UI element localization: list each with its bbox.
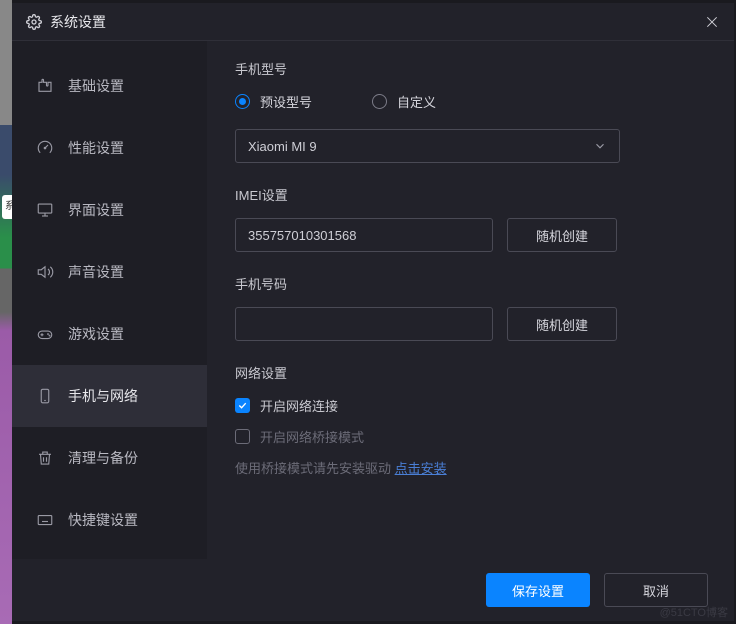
phone-number-random-button[interactable]: 随机创建 xyxy=(507,307,617,341)
sidebar-item-label: 基础设置 xyxy=(68,76,124,96)
dialog-body: 基础设置 性能设置 界面设置 声音设置 游戏设置 手机与网络 xyxy=(12,41,734,559)
imei-label: IMEI设置 xyxy=(235,185,706,204)
sidebar-item-performance[interactable]: 性能设置 xyxy=(12,117,207,179)
trash-icon xyxy=(36,449,54,467)
background-strip: 系 xyxy=(0,0,12,624)
enable-bridge-row[interactable]: 开启网络桥接模式 xyxy=(235,427,706,446)
phone-icon xyxy=(36,387,54,405)
imei-input[interactable] xyxy=(235,218,493,252)
close-icon[interactable] xyxy=(704,14,720,30)
speedometer-icon xyxy=(36,139,54,157)
sound-icon xyxy=(36,263,54,281)
phone-model-select[interactable]: Xiaomi MI 9 xyxy=(235,129,620,163)
dialog-title: 系统设置 xyxy=(50,12,106,32)
sidebar-item-cleanup[interactable]: 清理与备份 xyxy=(12,427,207,489)
titlebar: 系统设置 xyxy=(12,3,734,41)
save-button[interactable]: 保存设置 xyxy=(486,573,590,607)
sidebar-item-sound[interactable]: 声音设置 xyxy=(12,241,207,303)
gamepad-icon xyxy=(36,325,54,343)
chevron-down-icon xyxy=(593,139,607,153)
sidebar-item-shortcuts[interactable]: 快捷键设置 xyxy=(12,489,207,551)
install-driver-link[interactable]: 点击安装 xyxy=(395,461,447,476)
radio-unchecked-icon xyxy=(372,94,387,109)
sidebar-item-label: 快捷键设置 xyxy=(68,510,138,530)
select-value: Xiaomi MI 9 xyxy=(248,139,317,154)
radio-custom[interactable]: 自定义 xyxy=(372,92,436,111)
sidebar-item-game[interactable]: 游戏设置 xyxy=(12,303,207,365)
cancel-button[interactable]: 取消 xyxy=(604,573,708,607)
radio-preset[interactable]: 预设型号 xyxy=(235,92,312,111)
keyboard-icon xyxy=(36,511,54,529)
phone-number-label: 手机号码 xyxy=(235,274,706,293)
sidebar-item-basic[interactable]: 基础设置 xyxy=(12,55,207,117)
hint-text: 使用桥接模式请先安装驱动 xyxy=(235,461,395,476)
sidebar-item-interface[interactable]: 界面设置 xyxy=(12,179,207,241)
sidebar-item-label: 游戏设置 xyxy=(68,324,124,344)
checkbox-checked-icon xyxy=(235,398,250,413)
sidebar-item-label: 性能设置 xyxy=(68,138,124,158)
sidebar-item-label: 手机与网络 xyxy=(68,386,138,406)
radio-label: 预设型号 xyxy=(260,92,312,111)
phone-model-radio-group: 预设型号 自定义 xyxy=(235,92,706,111)
puzzle-icon xyxy=(36,77,54,95)
network-label: 网络设置 xyxy=(235,363,706,382)
enable-network-row[interactable]: 开启网络连接 xyxy=(235,396,706,415)
sidebar-item-phone-network[interactable]: 手机与网络 xyxy=(12,365,207,427)
imei-random-button[interactable]: 随机创建 xyxy=(507,218,617,252)
watermark: @51CTO博客 xyxy=(660,604,728,620)
phone-model-label: 手机型号 xyxy=(235,59,706,78)
radio-label: 自定义 xyxy=(397,92,436,111)
settings-dialog: 系统设置 基础设置 性能设置 界面设置 声音设置 xyxy=(12,3,734,621)
gear-icon xyxy=(26,14,42,30)
checkbox-unchecked-icon xyxy=(235,429,250,444)
checkbox-label: 开启网络连接 xyxy=(260,396,338,415)
checkbox-label: 开启网络桥接模式 xyxy=(260,427,364,446)
dialog-footer: 保存设置 取消 xyxy=(12,559,734,621)
bridge-hint: 使用桥接模式请先安装驱动 点击安装 xyxy=(235,458,706,477)
radio-checked-icon xyxy=(235,94,250,109)
sidebar: 基础设置 性能设置 界面设置 声音设置 游戏设置 手机与网络 xyxy=(12,41,207,559)
monitor-icon xyxy=(36,201,54,219)
content-panel: 手机型号 预设型号 自定义 Xiaomi MI 9 IMEI设置 随机创建 xyxy=(207,41,734,559)
sidebar-item-label: 声音设置 xyxy=(68,262,124,282)
sidebar-item-label: 界面设置 xyxy=(68,200,124,220)
sidebar-item-label: 清理与备份 xyxy=(68,448,138,468)
phone-number-input[interactable] xyxy=(235,307,493,341)
